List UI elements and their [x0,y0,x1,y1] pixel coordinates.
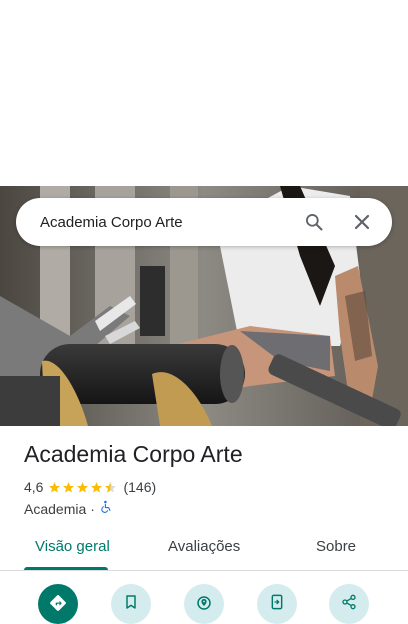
wheelchair-icon [99,500,113,517]
star-icon [77,481,89,493]
search-icon[interactable] [290,198,338,246]
send-to-phone-icon [271,594,283,610]
active-tab-indicator [24,567,108,570]
search-bar[interactable]: Academia Corpo Arte [16,198,392,246]
save-button[interactable] [111,584,151,624]
tab-bar: Visão geral Avaliações Sobre [0,526,408,571]
place-title: Academia Corpo Arte [24,441,243,467]
separator: · [90,500,95,517]
directions-icon [50,595,66,611]
share-button[interactable] [329,584,369,624]
rating-row[interactable]: 4,6 (146) [24,479,156,495]
star-icon [49,481,61,493]
nearby-icon [197,596,211,610]
star-icon [63,481,75,493]
directions-button[interactable] [38,584,78,624]
star-rating [48,481,118,494]
category-label: Academia [24,500,87,517]
send-to-phone-button[interactable] [257,584,297,624]
rating-value: 4,6 [24,479,44,495]
close-icon[interactable] [338,198,386,246]
review-count[interactable]: (146) [123,479,156,495]
category-row: Academia · [24,500,113,517]
star-icon [91,481,103,493]
share-icon [342,594,356,610]
search-input[interactable]: Academia Corpo Arte [40,214,290,231]
star-half-icon [105,481,117,493]
bookmark-icon [126,595,136,609]
tab-about[interactable]: Sobre [316,538,356,555]
action-buttons [0,584,408,624]
tab-overview[interactable]: Visão geral [35,538,110,555]
nearby-button[interactable] [184,584,224,624]
tab-reviews[interactable]: Avaliações [168,538,240,555]
